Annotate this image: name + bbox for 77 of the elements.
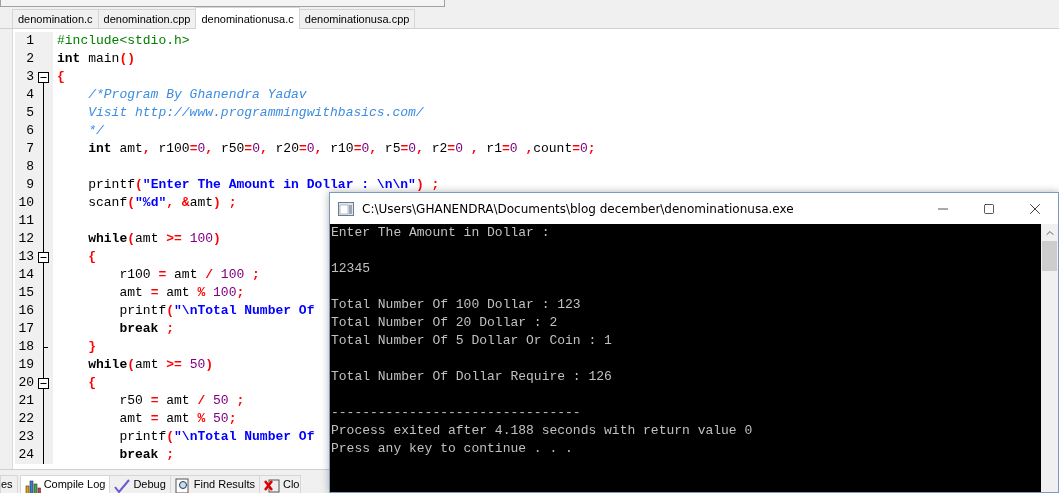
code-line: int main(): [56, 50, 136, 68]
fold-end-mark: [43, 347, 48, 348]
console-output-line: Total Number Of 5 Dollar Or Coin : 1: [331, 332, 613, 350]
code-line: {: [56, 68, 65, 86]
console-output-line: Total Number Of 100 Dollar : 123: [331, 296, 582, 314]
line-number: 15: [17, 284, 34, 302]
code-line: Visit http://www.programmingwithbasics.com/: [87, 104, 424, 122]
line-number: 2: [25, 50, 34, 68]
code-line: while(amt >= 100): [87, 230, 221, 248]
console-app-icon: [338, 201, 354, 216]
line-number: 4: [25, 86, 34, 104]
search-icon: [174, 478, 191, 493]
code-line: printf("\nTotal Number Of: [118, 428, 315, 446]
file-tab[interactable]: denominationusa.cpp: [298, 9, 416, 28]
panel-tab[interactable]: Compile Log: [19, 475, 111, 493]
line-number: 22: [17, 410, 34, 428]
code-line: int amt, r100=0, r50=0, r20=0, r10=0, r5=0, r2=0 , r1=0 ,count=0;: [87, 140, 596, 158]
console-output-line: 12345: [331, 260, 371, 278]
line-number: 9: [25, 176, 34, 194]
line-number: 20: [17, 374, 34, 392]
panel-tab[interactable]: Clo: [258, 475, 302, 493]
line-number: 14: [17, 266, 34, 284]
line-number: 18: [17, 338, 34, 356]
line-number: 13: [17, 248, 34, 266]
console-output-line: Enter The Amount in Dollar :: [331, 224, 551, 242]
code-line: while(amt >= 50): [87, 356, 214, 374]
code-line: break ;: [118, 320, 175, 338]
check-icon: [114, 478, 131, 493]
console-output-line: Press any key to continue . . .: [331, 440, 574, 458]
console-output-line: Total Number Of 20 Dollar : 2: [331, 314, 559, 332]
collapse-icon[interactable]: [37, 71, 49, 83]
collapse-icon[interactable]: [37, 251, 49, 263]
code-line: {: [87, 248, 96, 266]
console-output-line: Total Number Of Dollar Require : 126: [331, 368, 613, 386]
scrollbar[interactable]: [1041, 224, 1058, 492]
code-line: #include<stdio.h>: [56, 32, 190, 50]
code-line: scanf("%d", &amt) ;: [87, 194, 237, 212]
code-line: amt = amt % 100;: [118, 284, 245, 302]
line-number: 8: [25, 158, 34, 176]
line-number: 12: [17, 230, 34, 248]
file-tab[interactable]: denominationusa.c: [195, 7, 300, 29]
close-icon: [263, 478, 280, 493]
code-line: amt = amt % 50;: [118, 410, 237, 428]
line-number: 16: [17, 302, 34, 320]
window-title: C:\Users\GHANENDRA\Documents\blog december\denominationusa.exe: [362, 201, 795, 216]
bar-chart-icon: [24, 478, 41, 493]
line-number: 10: [17, 194, 34, 212]
console-output-line: --------------------------------: [331, 404, 582, 422]
line-number: 1: [25, 32, 34, 50]
line-number: 19: [17, 356, 34, 374]
code-line: /*Program By Ghanendra Yadav: [87, 86, 307, 104]
code-line: */: [87, 122, 104, 140]
line-number: 17: [17, 320, 34, 338]
panel-tab[interactable]: Debug: [109, 475, 171, 493]
file-tab[interactable]: denomination.cpp: [97, 9, 197, 28]
code-line: r100 = amt / 100 ;: [118, 266, 260, 284]
line-number: 5: [25, 104, 34, 122]
code-line: }: [87, 338, 96, 356]
code-line: printf("\nTotal Number Of: [118, 302, 315, 320]
panel-tab[interactable]: Find Results: [169, 475, 260, 493]
file-tab[interactable]: denomination.c: [12, 9, 99, 28]
console-output-line: Process exited after 4.188 seconds with return value 0: [331, 422, 754, 440]
maximize-icon[interactable]: [983, 202, 995, 215]
code-line: r50 = amt / 50 ;: [118, 392, 245, 410]
line-number: 7: [25, 140, 34, 158]
line-number: 11: [17, 212, 34, 230]
panel-tab[interactable]: es: [0, 475, 18, 493]
code-line: break ;: [118, 446, 175, 464]
line-number: 6: [25, 122, 34, 140]
line-number: 3: [25, 68, 34, 86]
collapse-icon[interactable]: [37, 377, 49, 389]
code-line: printf("Enter The Amount in Dollar : \n\n") ;: [87, 176, 440, 194]
scrollbar-thumb[interactable]: [1042, 241, 1057, 271]
line-number: 23: [17, 428, 34, 446]
code-line: {: [87, 374, 96, 392]
line-number: 24: [17, 446, 34, 464]
line-number: 21: [17, 392, 34, 410]
